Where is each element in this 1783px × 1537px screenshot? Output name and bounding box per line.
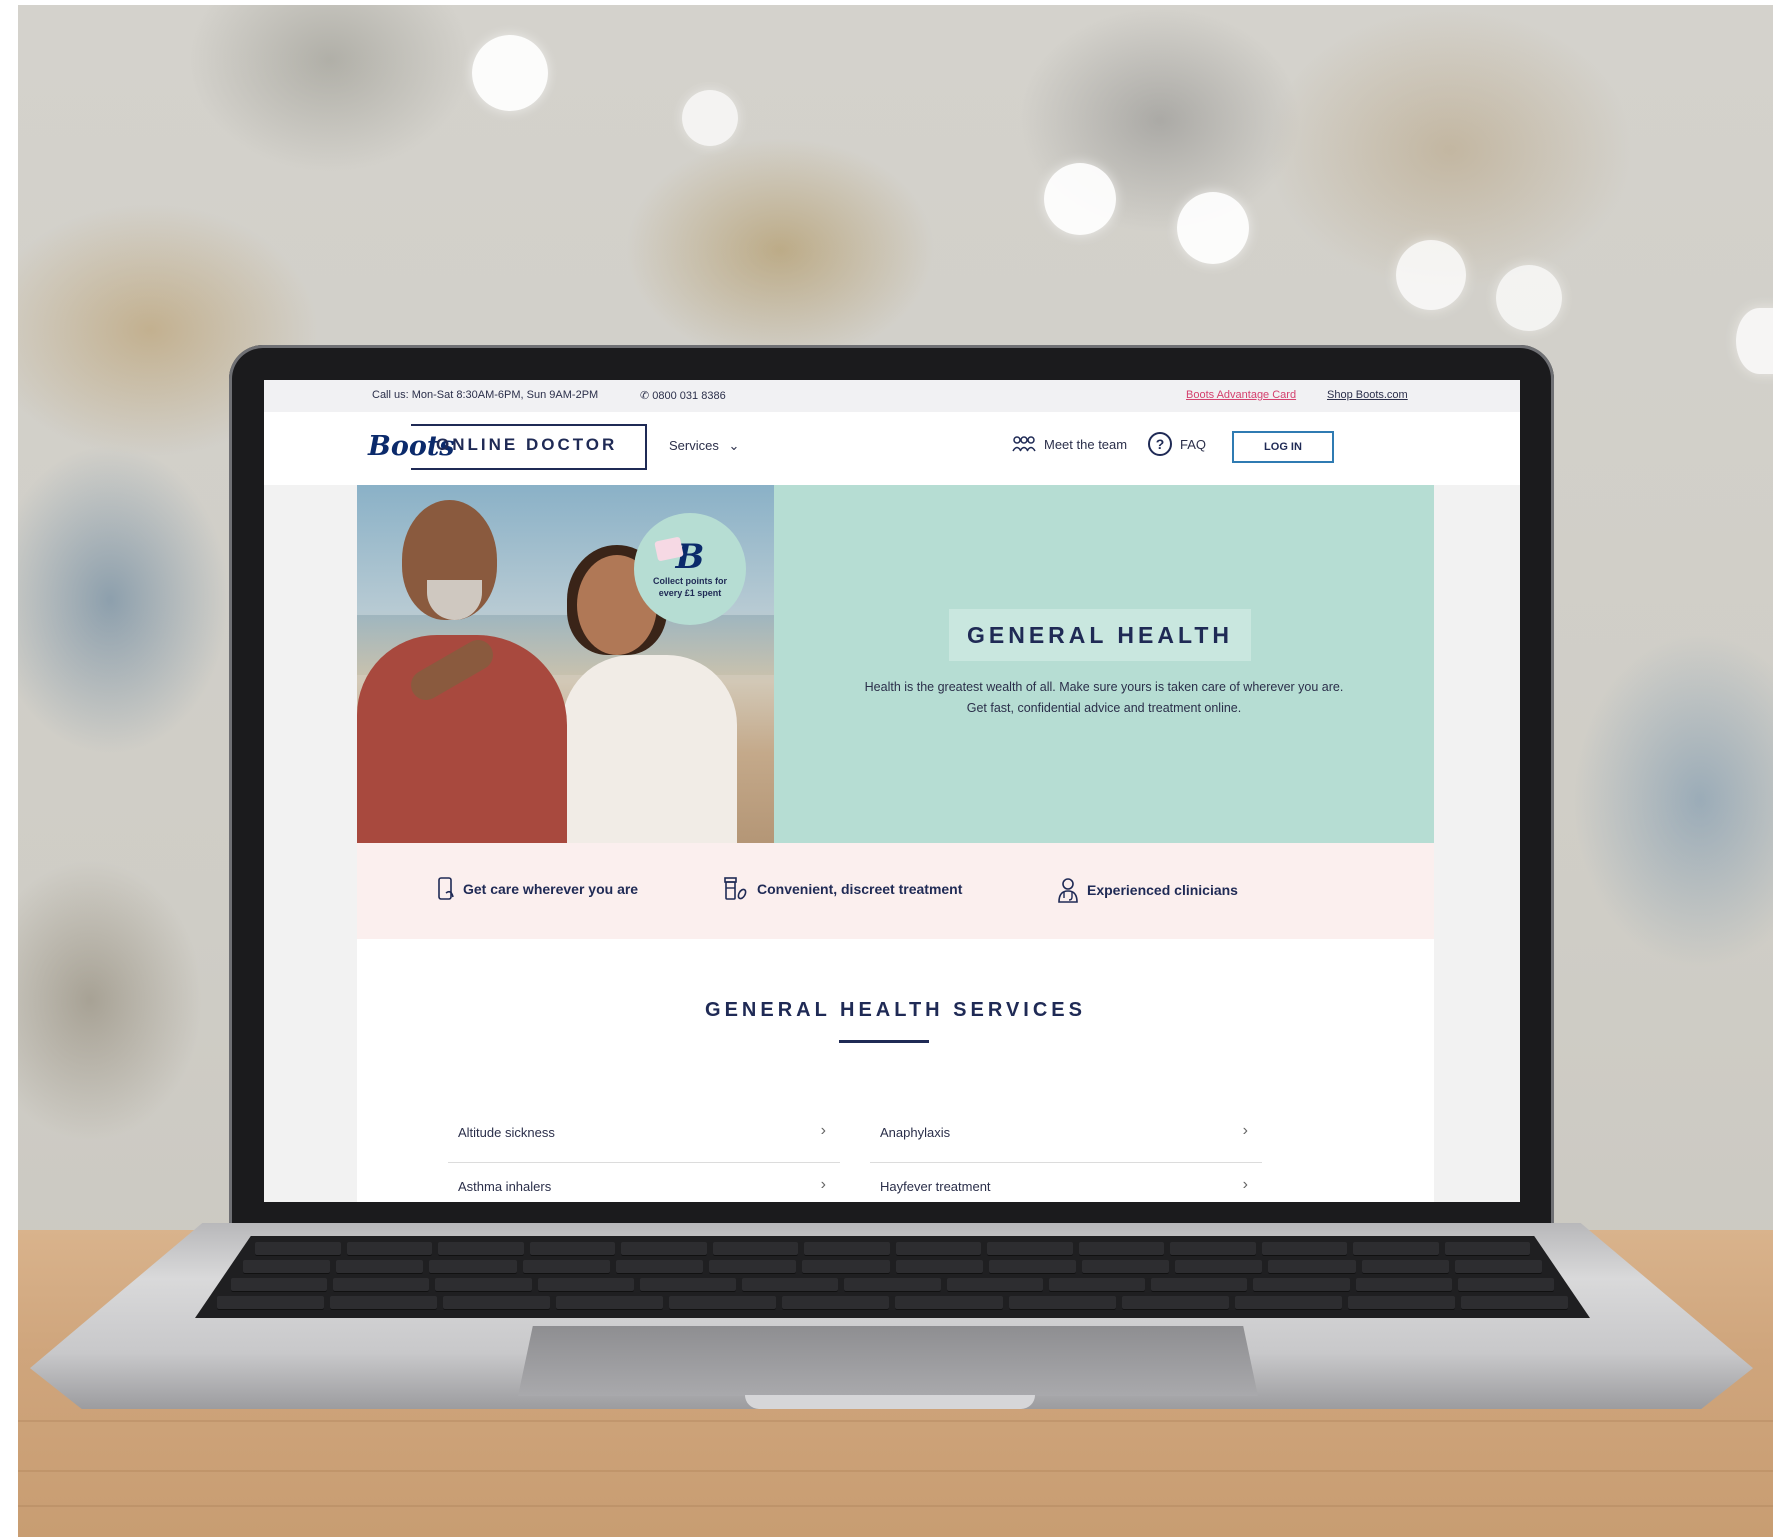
title-underline: [839, 1040, 929, 1043]
login-button[interactable]: LOG IN: [1232, 431, 1334, 463]
service-link-hayfever-treatment[interactable]: Hayfever treatment ›: [870, 1160, 1262, 1202]
service-link-altitude-sickness[interactable]: Altitude sickness ›: [448, 1106, 840, 1163]
bokeh-light: [1396, 240, 1466, 310]
services-section: GENERAL HEALTH SERVICES Altitude sicknes…: [357, 939, 1434, 1202]
services-menu-button[interactable]: Services ⌄: [669, 438, 739, 454]
chevron-right-icon: ›: [1242, 1176, 1248, 1193]
hero-description: Health is the greatest wealth of all. Ma…: [864, 680, 1344, 715]
utility-bar: Call us: Mon-Sat 8:30AM-6PM, Sun 9AM-2PM…: [264, 380, 1520, 412]
service-label: Altitude sickness: [458, 1125, 555, 1140]
chevron-down-icon: ⌄: [728, 438, 740, 453]
service-link-anaphylaxis[interactable]: Anaphylaxis ›: [870, 1106, 1262, 1163]
advantage-card-link[interactable]: Boots Advantage Card: [1186, 389, 1296, 401]
hero-panel: GENERAL HEALTH Health is the greatest we…: [774, 485, 1434, 843]
bokeh-light: [1736, 308, 1783, 374]
faq-label: FAQ: [1180, 436, 1207, 452]
shop-boots-link[interactable]: Shop Boots.com: [1327, 389, 1408, 401]
page-title: GENERAL HEALTH: [949, 609, 1251, 661]
logo-wordmark: ONLINE DOCTOR: [436, 435, 618, 454]
advantage-points-badge: B Collect points for every £1 spent: [634, 513, 746, 625]
laptop-trackpad: [518, 1326, 1258, 1396]
meet-the-team-link[interactable]: Meet the team: [1012, 436, 1127, 452]
service-label: Anaphylaxis: [880, 1125, 951, 1140]
site-header: Boots ONLINE DOCTOR Services ⌄ Meet the …: [264, 412, 1520, 486]
services-section-title: GENERAL HEALTH SERVICES: [705, 999, 1086, 1021]
wood-grain: [18, 1505, 1773, 1507]
faq-link[interactable]: ? FAQ: [1148, 432, 1206, 456]
service-link-asthma-inhalers[interactable]: Asthma inhalers ›: [448, 1160, 840, 1202]
photo-woman-sweater: [562, 655, 737, 843]
call-hours-text: Call us: Mon-Sat 8:30AM-6PM, Sun 9AM-2PM: [372, 389, 599, 401]
feature-label: Convenient, discreet treatment: [757, 881, 963, 897]
bokeh-light: [682, 90, 738, 146]
service-label: Asthma inhalers: [458, 1179, 552, 1194]
phone-number-link[interactable]: ✆ 0800 031 8386: [640, 389, 726, 402]
clinician-icon: [1058, 878, 1078, 903]
meet-the-team-label: Meet the team: [1044, 436, 1128, 452]
feature-label: Experienced clinicians: [1087, 882, 1238, 898]
feature-care-anywhere: Get care wherever you are: [437, 877, 638, 901]
key-row: [195, 1278, 1590, 1292]
wood-grain: [18, 1470, 1773, 1472]
question-icon: ?: [1148, 432, 1172, 456]
bokeh-light: [1496, 265, 1562, 331]
key-row: [195, 1296, 1590, 1310]
laptop-lid-notch: [745, 1395, 1035, 1409]
chevron-right-icon: ›: [1242, 1122, 1248, 1139]
laptop-keyboard: [195, 1236, 1590, 1318]
team-icon: [1012, 436, 1036, 452]
bokeh-light: [1044, 163, 1116, 235]
service-label: Hayfever treatment: [880, 1179, 991, 1194]
phone-number: 0800 031 8386: [652, 390, 726, 402]
badge-text: Collect points for every £1 spent: [653, 576, 727, 598]
features-strip: Get care wherever you are Convenient, di…: [357, 843, 1434, 939]
pill-bottle-icon: [724, 877, 747, 900]
feature-discreet-treatment: Convenient, discreet treatment: [723, 877, 962, 901]
bokeh-light: [472, 35, 548, 111]
bokeh-light: [1177, 192, 1249, 264]
photo-border-right: [1773, 0, 1783, 1537]
phone-icon: ✆: [640, 390, 650, 402]
photo-border-left: [0, 0, 18, 1537]
services-label: Services: [669, 438, 719, 453]
key-row: [195, 1242, 1590, 1256]
phone-icon: [438, 877, 454, 900]
feature-clinicians: Experienced clinicians: [1057, 877, 1238, 903]
chevron-right-icon: ›: [820, 1176, 826, 1193]
wood-grain: [18, 1420, 1773, 1422]
key-row: [195, 1260, 1590, 1274]
chevron-right-icon: ›: [820, 1122, 826, 1139]
laptop-screen: Call us: Mon-Sat 8:30AM-6PM, Sun 9AM-2PM…: [264, 380, 1520, 1202]
feature-label: Get care wherever you are: [463, 881, 639, 897]
photo-border-top: [0, 0, 1783, 5]
